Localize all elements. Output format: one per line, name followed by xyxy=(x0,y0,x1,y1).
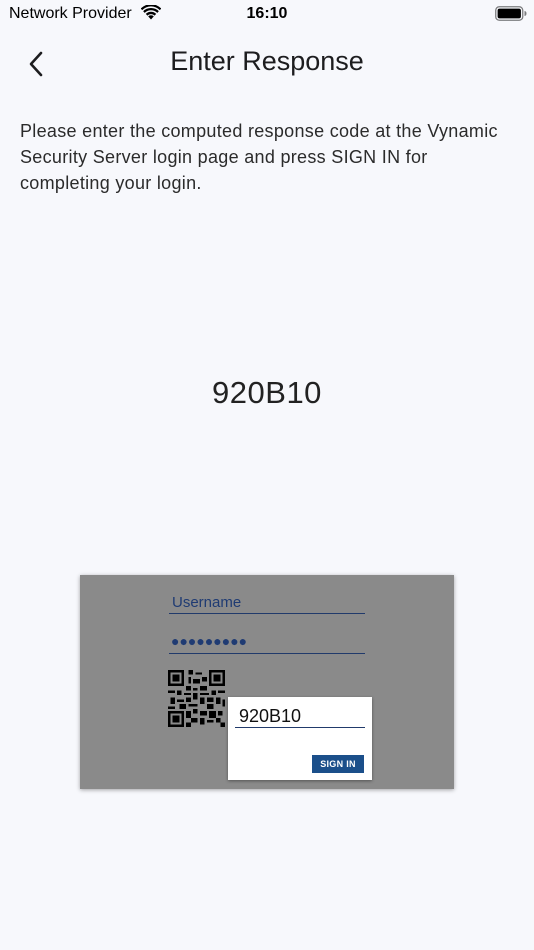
illustration-username-label: Username xyxy=(172,594,242,611)
illustration-response-code: 920B10 xyxy=(239,706,302,726)
login-illustration: Username ●●●●●●●●● 920B10 SIGN IN xyxy=(80,575,454,789)
battery-icon xyxy=(495,6,527,21)
instructions-text: Please enter the computed response code … xyxy=(20,121,498,193)
illustration-password-mask: ●●●●●●●●● xyxy=(171,633,248,649)
illustration-response-popup: 920B10 SIGN IN xyxy=(228,697,372,780)
illustration-signin-button: SIGN IN xyxy=(312,755,364,773)
status-time: 16:10 xyxy=(246,5,288,22)
back-button[interactable] xyxy=(18,44,54,84)
illustration-username-field: Username xyxy=(169,593,365,614)
nav-bar: Enter Response xyxy=(0,40,534,88)
qr-code-icon xyxy=(168,670,225,727)
illustration-response-field: 920B10 xyxy=(235,705,365,728)
page-title: Enter Response xyxy=(170,46,364,76)
status-bar: Network Provider 16:10 xyxy=(0,0,534,28)
illustration-password-field: ●●●●●●●●● xyxy=(169,633,365,654)
response-code: 920B10 xyxy=(212,375,322,410)
chevron-left-icon xyxy=(29,51,43,77)
